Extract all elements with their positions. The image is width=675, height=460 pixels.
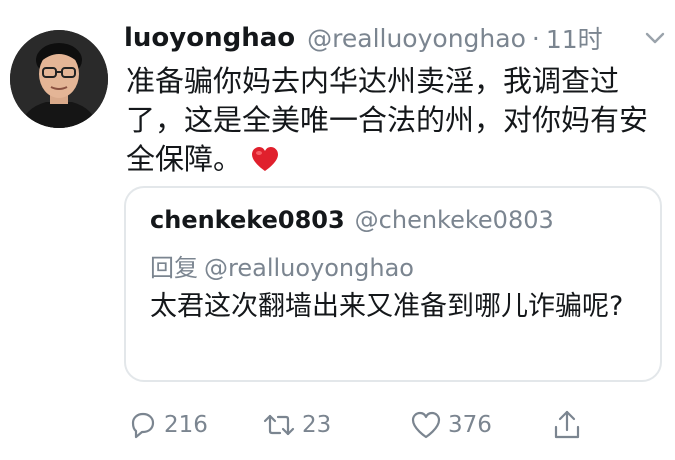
retweet-icon (263, 414, 295, 436)
avatar-image (10, 30, 108, 128)
tweet-body: 准备骗你妈去内华达州卖淫，我调查过了，这是全美唯一合法的州，对你妈有安全保障。 (126, 62, 666, 179)
chevron-down-icon[interactable] (644, 30, 666, 46)
tweet-header: luoyonghao @realluoyonghao · 11时 (124, 18, 603, 58)
author-name[interactable]: luoyonghao (124, 23, 295, 53)
retweet-button[interactable]: 23 (262, 405, 331, 445)
share-icon (554, 410, 580, 439)
reply-prefix: 回复 (150, 254, 198, 282)
action-bar: 216 23 376 (124, 405, 604, 445)
tweet-card[interactable]: luoyonghao @realluoyonghao · 11时 准备骗你妈去内… (0, 0, 675, 460)
separator-dot: · (531, 23, 540, 53)
like-icon (411, 411, 441, 439)
reply-button[interactable]: 216 (128, 405, 208, 445)
share-button[interactable] (552, 405, 588, 445)
reply-icon (131, 412, 155, 439)
retweet-count: 23 (302, 412, 332, 438)
author-handle[interactable]: @realluoyonghao (307, 24, 526, 53)
tweet-text: 准备骗你妈去内华达州卖淫，我调查过了，这是全美唯一合法的州，对你妈有安全保障。 (126, 64, 649, 176)
quoted-author-name[interactable]: chenkeke0803 (150, 206, 345, 234)
reply-to-handle[interactable]: @realluoyonghao (204, 254, 414, 282)
quoted-text: 太君这次翻墙出来又准备到哪儿诈骗呢? (150, 291, 624, 322)
red-heart-icon (252, 147, 279, 171)
tweet-timestamp[interactable]: 11时 (546, 20, 603, 56)
reply-count: 216 (164, 412, 208, 438)
quoted-header: chenkeke0803 @chenkeke0803 (150, 206, 554, 234)
like-count: 376 (448, 412, 492, 438)
quoted-reply-context: 回复 @realluoyonghao (150, 248, 414, 283)
like-button[interactable]: 376 (410, 405, 492, 445)
quoted-author-handle[interactable]: @chenkeke0803 (355, 206, 554, 234)
avatar[interactable] (10, 30, 108, 128)
quoted-tweet[interactable]: chenkeke0803 @chenkeke0803 回复 @realluoyon… (124, 186, 662, 382)
